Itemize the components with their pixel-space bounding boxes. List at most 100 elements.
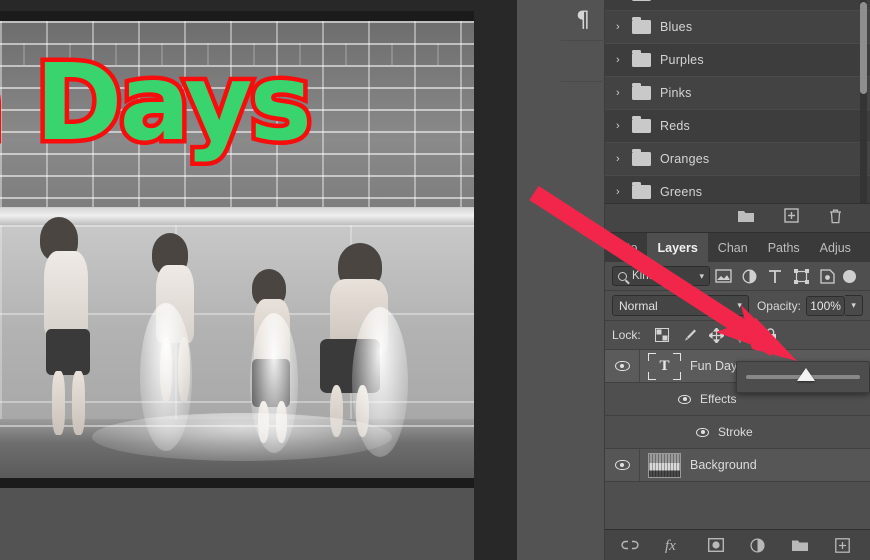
filter-smart-objects-icon[interactable] [814, 268, 840, 284]
tab-label: Paths [767, 240, 800, 255]
child-figure [52, 371, 65, 435]
eye-icon [614, 361, 630, 371]
type-t-icon: T [659, 357, 670, 374]
stroke-label: Stroke [718, 425, 753, 439]
filter-kind-label: Kind [632, 270, 656, 282]
tab-label: Histo [609, 240, 638, 255]
canvas-gutter-gray [517, 0, 561, 560]
chevron-down-icon[interactable]: ▾ [737, 300, 742, 311]
chevron-right-icon[interactable]: › [616, 120, 630, 132]
chevron-right-icon[interactable]: › [616, 21, 630, 33]
fill-slider-handle[interactable] [797, 368, 816, 381]
layers-footer-toolbar: fx [605, 529, 870, 560]
fill-slider-track[interactable] [746, 368, 860, 381]
new-adjustment-layer-button[interactable] [749, 537, 765, 553]
opacity-stepper-icon[interactable]: ▾ [845, 295, 863, 316]
filter-enable-toggle[interactable] [843, 269, 856, 283]
layer-thumbnail-image[interactable] [648, 452, 681, 478]
swatch-group-basics[interactable]: › Basics [605, 0, 870, 11]
opacity-label: Opacity: [756, 298, 801, 313]
swatch-group-label: Blues [660, 20, 693, 34]
new-swatch-button[interactable] [784, 208, 799, 228]
lock-transparent-pixels-button[interactable] [649, 328, 676, 342]
layers-panel: Kind ▾ Normal ▾ Opacity: 100% ▾ Lock: T … [605, 262, 870, 560]
layer-visibility-toggle[interactable] [605, 350, 640, 382]
new-group-button[interactable] [791, 538, 809, 552]
panel-menu-icon[interactable] [861, 233, 870, 262]
document-window[interactable]: n Days [0, 11, 474, 488]
layer-filter-kind-select[interactable]: Kind ▾ [612, 266, 710, 286]
chevron-right-icon[interactable]: › [616, 186, 630, 198]
layer-row-stroke[interactable]: Stroke [605, 416, 870, 449]
swatch-group-label: Basics [660, 0, 698, 1]
eye-icon [678, 394, 691, 404]
add-mask-button[interactable] [707, 538, 724, 552]
swatch-group-label: Pinks [660, 86, 692, 100]
child-figure [44, 251, 88, 337]
layer-thumbnail-text[interactable]: T [648, 352, 681, 380]
layer-styles-button[interactable]: fx [665, 537, 682, 554]
swatch-group-purples[interactable]: › Purples [605, 44, 870, 77]
paragraph-panel-button[interactable]: ¶ [561, 0, 605, 41]
filter-adjustment-layers-icon[interactable] [736, 269, 762, 284]
swatch-group-blues[interactable]: › Blues [605, 11, 870, 44]
filter-pixel-layers-icon[interactable] [710, 269, 736, 283]
filter-shape-layers-icon[interactable] [788, 268, 814, 284]
chevron-right-icon[interactable]: › [616, 54, 630, 66]
stroke-visibility-toggle[interactable] [696, 427, 709, 437]
tab-label: Adjus [819, 240, 851, 255]
folder-icon [632, 0, 651, 1]
folder-icon [632, 50, 651, 67]
artwork-image[interactable]: n Days [0, 21, 474, 478]
swatch-group-label: Purples [660, 53, 704, 67]
effects-label: Effects [700, 392, 737, 406]
water-splash [92, 413, 392, 461]
swatch-group-pinks[interactable]: › Pinks [605, 77, 870, 110]
chevron-right-icon[interactable]: › [616, 87, 630, 99]
chevron-right-icon[interactable]: › [616, 153, 630, 165]
tab-layers[interactable]: Layers [647, 233, 708, 262]
swatch-group-label: Reds [660, 119, 690, 133]
swatches-scrollbar[interactable] [860, 2, 867, 94]
lock-label: Lock: [612, 328, 641, 342]
collapsed-panel-dock: ¶ [561, 0, 605, 560]
layer-name-label: Background [690, 458, 757, 472]
effects-visibility-toggle[interactable] [678, 394, 691, 404]
delete-swatch-button[interactable] [828, 208, 843, 229]
swatches-panel[interactable]: › Basics › Blues › Purples › Pinks › Red… [605, 0, 870, 203]
tab-paths[interactable]: Paths [757, 233, 810, 262]
panel-tab-bar: Histo Layers Chan Paths Adjus [605, 233, 870, 262]
opacity-value-field[interactable]: 100% [805, 295, 846, 316]
swatch-group-label: Oranges [660, 152, 710, 166]
new-layer-button[interactable] [834, 537, 850, 553]
swatch-group-reds[interactable]: › Reds [605, 110, 870, 143]
folder-icon [632, 149, 651, 166]
lock-all-button[interactable] [757, 327, 784, 343]
lock-options-row: Lock: [605, 321, 870, 350]
link-layers-button[interactable] [620, 539, 639, 551]
tab-channels[interactable]: Chan [707, 233, 758, 262]
filter-type-layers-icon[interactable] [762, 269, 788, 284]
headline-text-layer[interactable]: n Days [0, 46, 317, 160]
layer-row-background[interactable]: Background [605, 449, 870, 482]
blend-mode-select[interactable]: Normal ▾ [612, 295, 749, 316]
swatch-group-label: Greens [660, 185, 703, 199]
canvas-gutter-dark [474, 0, 517, 560]
layer-visibility-toggle[interactable] [605, 449, 640, 481]
tab-adjustments[interactable]: Adjus [809, 233, 861, 262]
swatch-group-greens[interactable]: › Greens [605, 176, 870, 203]
lock-artboard-nesting-button[interactable] [730, 327, 757, 343]
svg-text:fx: fx [665, 538, 676, 554]
lock-position-button[interactable] [703, 327, 730, 343]
paragraph-icon: ¶ [576, 7, 590, 33]
folder-icon [632, 83, 651, 100]
lock-image-pixels-button[interactable] [676, 328, 703, 343]
new-group-button[interactable] [737, 208, 755, 228]
tab-histogram[interactable]: Histo [605, 233, 648, 262]
chevron-down-icon[interactable]: ▾ [699, 271, 704, 282]
canvas-bottom-fill [0, 488, 474, 560]
tab-label: Chan [717, 240, 748, 255]
fill-slider-popup[interactable] [736, 361, 870, 393]
dock-empty-slot[interactable] [561, 41, 605, 82]
swatch-group-oranges[interactable]: › Oranges [605, 143, 870, 176]
